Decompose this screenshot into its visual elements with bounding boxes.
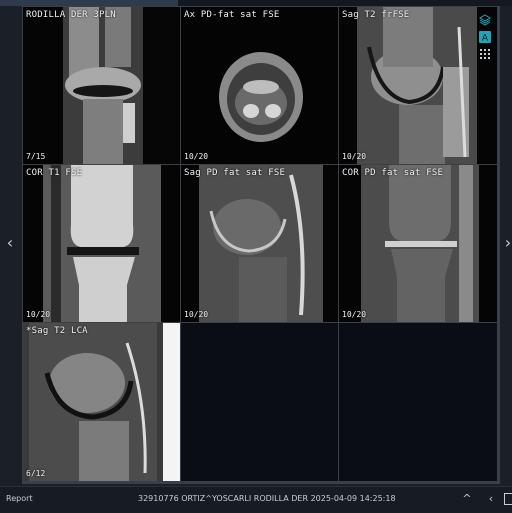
study-info-label: 32910776 ORTIZ^YOSCARLI RODILLA DER 2025… (138, 494, 396, 503)
series-title: COR PD fat sat FSE (342, 168, 444, 178)
series-title: *Sag T2 LCA (26, 326, 88, 336)
frame-counter: 7/15 (26, 152, 46, 161)
series-title: COR T1 FSE (26, 168, 83, 178)
mri-image-axial (181, 7, 338, 164)
mri-image-coronal-pd (339, 165, 497, 322)
bottom-bar: Report 32910776 ORTIZ^YOSCARLI RODILLA D… (0, 486, 512, 513)
mri-image-sagittal-pd (181, 165, 338, 322)
mri-image-coronal-t1 (23, 165, 180, 322)
viewport-5[interactable]: Sag PD fat sat FSE 10/20 (181, 165, 338, 322)
mri-image-localizer (23, 7, 180, 164)
series-title: Ax PD-fat sat FSE (184, 10, 280, 20)
viewport-4[interactable]: COR T1 FSE 10/20 (23, 165, 180, 322)
viewport-3[interactable]: Sag T2 frFSE 10/20 (339, 7, 497, 164)
viewer-toolbar: A (478, 14, 492, 60)
frame-counter: 10/20 (184, 152, 209, 161)
viewport-2[interactable]: Ax PD-fat sat FSE 10/20 (181, 7, 338, 164)
viewport-7[interactable]: *Sag T2 LCA 6/12 (23, 323, 180, 481)
viewport-8-empty[interactable] (181, 323, 338, 481)
viewport-6[interactable]: COR PD fat sat FSE 10/20 (339, 165, 497, 322)
frame-counter: 10/20 (342, 152, 367, 161)
grid-icon[interactable] (479, 48, 491, 60)
mri-image-sagittal-lca (23, 323, 180, 481)
viewport-9-empty[interactable] (339, 323, 497, 481)
series-title: RODILLA DER 3PLN (26, 10, 116, 20)
series-title: Sag PD fat sat FSE (184, 168, 286, 178)
panel-toggle-icon[interactable] (504, 493, 512, 505)
next-series-arrow[interactable]: › (504, 232, 512, 254)
frame-counter: 10/20 (184, 310, 209, 319)
frame-counter: 10/20 (342, 310, 367, 319)
series-title: Sag T2 frFSE (342, 10, 410, 20)
annotation-toggle-button[interactable]: A (479, 31, 491, 43)
chevron-left-icon[interactable]: ‹ (485, 492, 497, 506)
previous-series-arrow[interactable]: ‹ (3, 232, 17, 254)
report-button[interactable]: Report (6, 494, 33, 503)
frame-counter: 6/12 (26, 469, 46, 478)
annotation-label: A (482, 34, 489, 44)
mri-image-sagittal-t2 (339, 7, 497, 164)
chevron-up-icon[interactable]: ^ (461, 492, 473, 506)
image-viewer-grid: RODILLA DER 3PLN 7/15 Ax PD-fat sat FSE … (22, 6, 500, 484)
viewport-1[interactable]: RODILLA DER 3PLN 7/15 (23, 7, 180, 164)
layers-icon[interactable] (479, 14, 491, 26)
frame-counter: 10/20 (26, 310, 51, 319)
